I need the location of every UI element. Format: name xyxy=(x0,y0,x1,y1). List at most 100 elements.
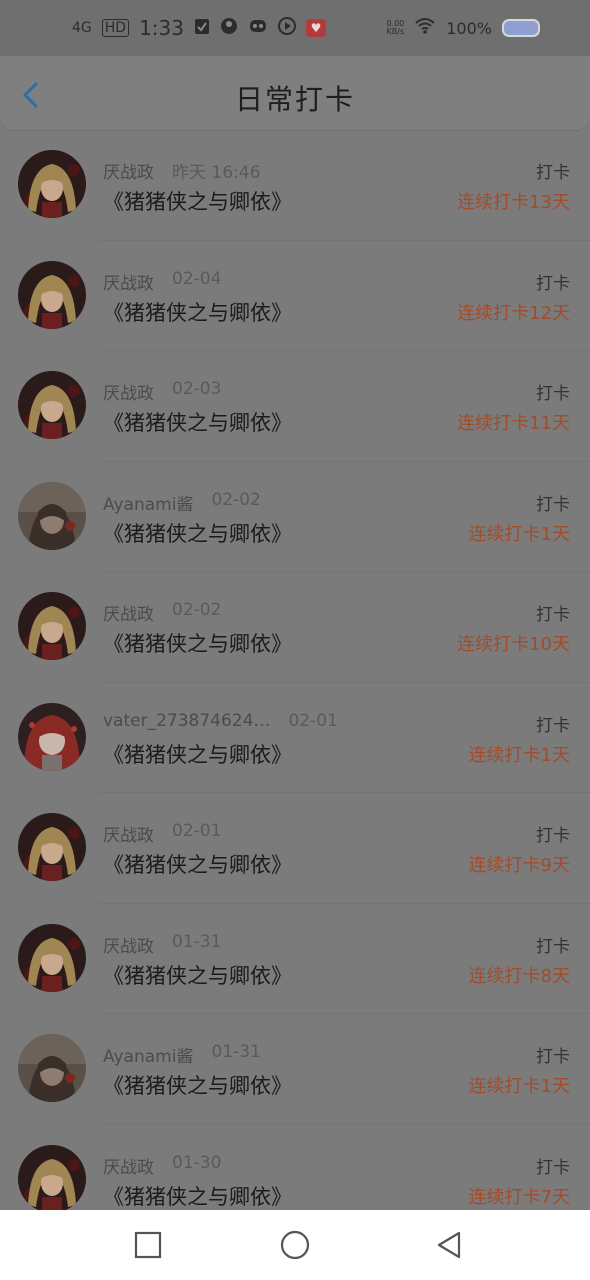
streak-text: 连续打卡1天 xyxy=(468,744,570,766)
username: 厌战政 xyxy=(103,826,154,846)
checkin-row[interactable]: Ayanami酱 01-31 《猪猪侠之与卿依》 打卡连续打卡1天 xyxy=(0,1014,590,1125)
page-title: 日常打卡 xyxy=(234,83,355,116)
avatar[interactable] xyxy=(18,1034,86,1102)
triangle-back-icon xyxy=(437,1231,461,1259)
checkin-row[interactable]: 厌战政 01-31 《猪猪侠之与卿依》 打卡连续打卡8天 xyxy=(0,904,590,1015)
row-meta: Ayanami酱 02-02 xyxy=(103,490,261,515)
avatar[interactable] xyxy=(18,702,86,771)
book-title[interactable]: 《猪猪侠之与卿依》 xyxy=(103,849,292,879)
battery-icon xyxy=(502,19,540,37)
checkin-row[interactable]: 厌战政 02-01 《猪猪侠之与卿依》 打卡 连续打卡9天 xyxy=(0,793,590,904)
streak-text: 连续打卡11天 xyxy=(457,413,570,434)
row-meta: 厌战政 昨天 16:46 xyxy=(103,158,260,183)
checkin-tag: 打卡 xyxy=(536,605,570,625)
streak-text: 连续打卡1天 xyxy=(468,1076,570,1097)
row-meta: Ayanami酱 01-31 xyxy=(103,1042,261,1067)
avatar[interactable] xyxy=(18,481,86,550)
checkin-date: 01-30 xyxy=(172,1152,222,1173)
row-meta: 厌战政 02-04 xyxy=(103,269,221,294)
checkin-date: 昨天 16:46 xyxy=(172,163,261,183)
recent-apps-button[interactable] xyxy=(133,1230,163,1260)
checkin-date: 02-01 xyxy=(288,710,338,731)
username: 厌战政 xyxy=(103,163,154,183)
checkin-date: 02-04 xyxy=(172,268,222,289)
app-header: 日常打卡 xyxy=(0,56,590,130)
streak-text: 连续打卡10天 xyxy=(457,634,570,655)
avatar[interactable] xyxy=(18,260,86,329)
checkin-tag: 打卡 xyxy=(536,826,570,846)
app-icon xyxy=(220,16,238,40)
checkin-row[interactable]: 厌战政 昨天 16:46 《猪猪侠之与卿依》 打卡连续打卡13天 xyxy=(0,130,590,241)
checkin-list: 厌战政 昨天 16:46 《猪猪侠之与卿依》 打卡 连续打卡13天 厌战政 02-04 《猪猪… xyxy=(0,130,590,1235)
username: 厌战政 xyxy=(103,605,154,625)
network-indicator: 4G xyxy=(72,20,92,36)
streak-text: 连续打卡13天 xyxy=(457,192,570,213)
status-left: 4G HD 1:33 ♥ xyxy=(72,16,326,40)
system-nav-bar xyxy=(0,1210,590,1280)
book-title[interactable]: 《猪猪侠之与卿依》 xyxy=(103,739,292,769)
book-title[interactable]: 《猪猪侠之与卿依》 xyxy=(103,518,292,548)
username: vater_273874624… xyxy=(103,710,271,731)
row-meta: 厌战政 02-03 xyxy=(103,379,221,404)
notification-icon xyxy=(194,16,210,40)
home-button[interactable] xyxy=(280,1230,310,1260)
username: 厌战政 xyxy=(103,936,154,957)
username: Ayanami酱 xyxy=(103,1047,194,1067)
robot-icon xyxy=(248,16,268,40)
streak-text: 连续打卡8天 xyxy=(468,965,570,987)
checkin-row[interactable]: 厌战政 02-04 《猪猪侠之与卿依》 打卡 连续打卡12天 xyxy=(0,241,590,352)
checkin-tag: 打卡 xyxy=(536,1047,570,1067)
wifi-icon xyxy=(414,17,436,39)
checkin-date: 02-02 xyxy=(172,600,222,620)
avatar[interactable] xyxy=(18,923,86,992)
book-title[interactable]: 《猪猪侠之与卿依》 xyxy=(103,186,292,216)
row-meta: vater_273874624… 02-01 xyxy=(103,711,338,731)
avatar[interactable] xyxy=(18,150,86,218)
circle-icon xyxy=(280,1230,310,1260)
checkin-tag: 打卡 xyxy=(536,494,570,515)
book-title[interactable]: 《猪猪侠之与卿依》 xyxy=(103,297,292,327)
username: 厌战政 xyxy=(103,384,154,404)
net-speed: 0.00 KB/s xyxy=(386,20,404,36)
checkin-tag: 打卡 xyxy=(536,384,570,404)
checkin-date: 02-01 xyxy=(172,821,222,841)
status-bar: 4G HD 1:33 ♥ 0.00 KB/s 100% xyxy=(0,0,590,56)
row-meta: 厌战政 02-02 xyxy=(103,600,221,625)
checkin-row[interactable]: vater_273874624… 02-01 《猪猪侠之与卿依》 打卡连续打卡1天 xyxy=(0,683,590,794)
play-icon xyxy=(278,16,296,40)
username: 厌战政 xyxy=(103,1157,154,1178)
status-right: 0.00 KB/s 100% xyxy=(386,17,540,39)
back-nav-button[interactable] xyxy=(434,1230,464,1260)
book-title[interactable]: 《猪猪侠之与卿依》 xyxy=(103,1181,292,1211)
checkin-row[interactable]: Ayanami酱 02-02 《猪猪侠之与卿依》 打卡连续打卡1天 xyxy=(0,462,590,573)
checkin-row[interactable]: 厌战政 02-03 《猪猪侠之与卿依》 打卡连续打卡11天 xyxy=(0,351,590,462)
avatar[interactable] xyxy=(18,813,86,881)
book-title[interactable]: 《猪猪侠之与卿依》 xyxy=(103,628,292,658)
hd-indicator: HD xyxy=(101,19,130,37)
row-meta: 厌战政 02-01 xyxy=(103,821,221,846)
book-title[interactable]: 《猪猪侠之与卿依》 xyxy=(103,1070,292,1100)
book-title[interactable]: 《猪猪侠之与卿依》 xyxy=(103,407,292,437)
checkin-date: 01-31 xyxy=(172,931,222,952)
checkin-tag: 打卡 xyxy=(536,273,570,294)
username: Ayanami酱 xyxy=(103,494,194,515)
checkin-tag: 打卡 xyxy=(536,1157,570,1178)
avatar[interactable] xyxy=(18,592,86,660)
avatar[interactable] xyxy=(18,1144,86,1213)
checkin-tag: 打卡 xyxy=(536,715,570,736)
checkin-tag: 打卡 xyxy=(536,936,570,957)
battery-percent: 100% xyxy=(446,18,492,38)
streak-text: 连续打卡1天 xyxy=(468,523,570,545)
row-meta: 厌战政 01-30 xyxy=(103,1153,221,1178)
username: 厌战政 xyxy=(103,273,154,294)
checkin-date: 02-03 xyxy=(172,379,222,399)
checkin-row[interactable]: 厌战政 02-02 《猪猪侠之与卿依》 打卡连续打卡10天 xyxy=(0,572,590,683)
checkin-tag: 打卡 xyxy=(536,163,570,183)
avatar[interactable] xyxy=(18,371,86,439)
book-title[interactable]: 《猪猪侠之与卿依》 xyxy=(103,960,292,990)
square-icon xyxy=(134,1231,162,1259)
net-speed-unit: KB/s xyxy=(386,27,405,36)
checkin-date: 02-02 xyxy=(211,489,261,510)
streak-text: 连续打卡7天 xyxy=(468,1186,570,1208)
checkin-date: 01-31 xyxy=(211,1042,261,1062)
